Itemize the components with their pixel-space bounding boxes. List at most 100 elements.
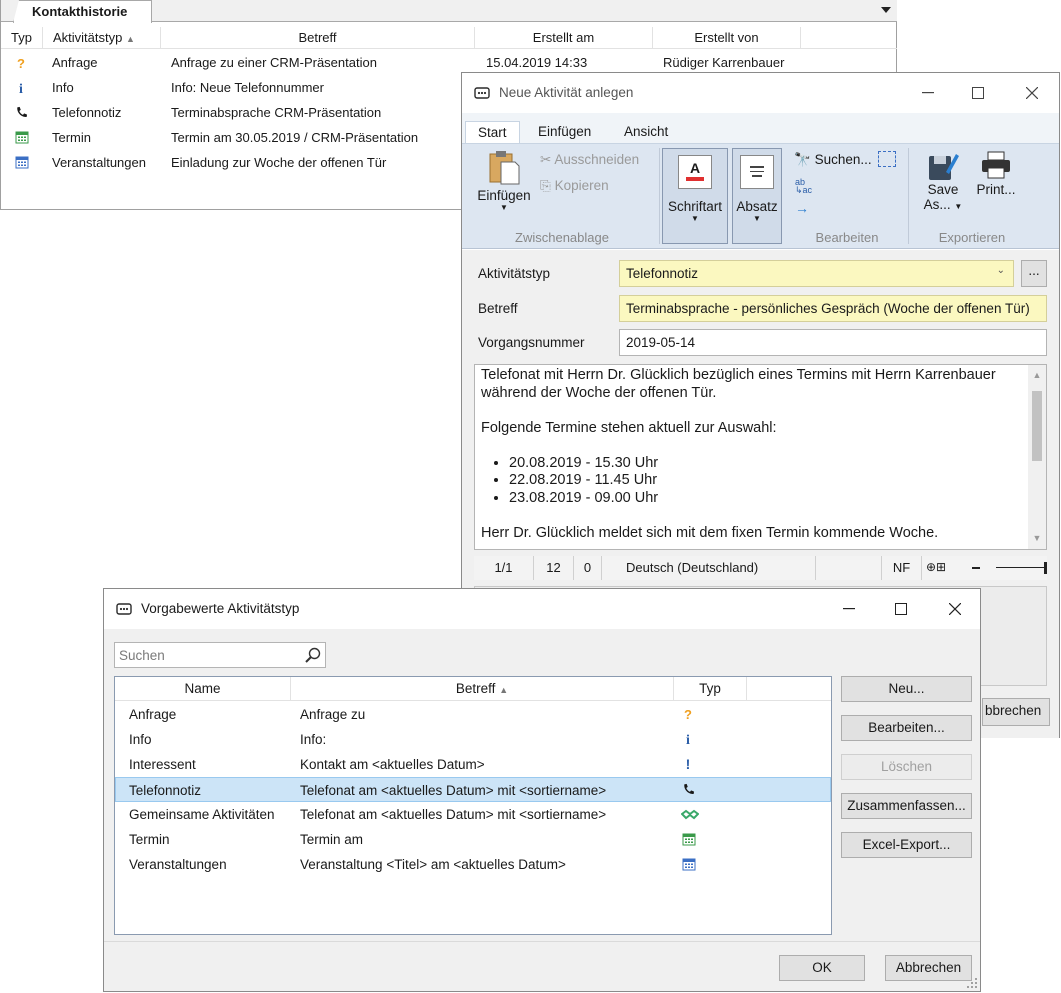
name-cell: Termin (129, 832, 170, 847)
binoculars-icon: 🔭 (794, 152, 811, 167)
name-cell: Anfrage (129, 707, 177, 722)
copy-label: Kopieren (554, 178, 609, 193)
close-button[interactable] (1009, 73, 1055, 113)
minimize-icon (843, 608, 855, 610)
subject-cell: Veranstaltung <Titel> am <aktuelles Datu… (300, 857, 566, 872)
ok-button[interactable]: OK (779, 955, 865, 981)
minimize-button[interactable] (826, 589, 872, 629)
editor-blank-line (481, 437, 1040, 455)
table-row[interactable]: Gemeinsame Aktivitäten Telefonat am <akt… (115, 802, 831, 827)
close-button[interactable] (932, 589, 978, 629)
text-editor[interactable]: Telefonat mit Herrn Dr. Glücklich bezügl… (474, 364, 1047, 550)
question-icon (15, 56, 27, 70)
table-row[interactable]: Interessent Kontakt am <aktuelles Datum> (115, 752, 831, 777)
bullet-item: 23.08.2019 - 09.00 Uhr (509, 490, 1040, 508)
merge-button[interactable]: Zusammenfassen... (841, 793, 972, 819)
info-icon (682, 732, 694, 746)
column-header-created-at[interactable]: Erstellt am (475, 27, 653, 49)
close-icon (1026, 87, 1038, 99)
column-header-type[interactable]: Typ (1, 27, 43, 49)
view-mode-icon[interactable]: ⊕⊞ (926, 560, 946, 574)
goto-arrow-icon[interactable]: → (795, 200, 809, 216)
language-indicator[interactable]: Deutsch (Deutschland) (602, 556, 816, 580)
table-row[interactable]: Veranstaltungen Veranstaltung <Titel> am… (115, 852, 831, 877)
search-button[interactable]: 🔭 Suchen... (794, 152, 872, 168)
cut-button[interactable]: ✂ Ausschneiden (540, 152, 639, 168)
dropdown-arrow-icon: ▼ (753, 214, 761, 223)
column-header-subject[interactable]: Betreff ▲ (291, 677, 674, 701)
dropdown-arrow-icon: ▼ (500, 203, 508, 212)
excel-export-button[interactable]: Excel-Export... (841, 832, 972, 858)
cancel-button[interactable]: Abbrechen (885, 955, 972, 981)
select-icon[interactable] (878, 151, 896, 167)
zoom-slider[interactable] (996, 567, 1046, 568)
table-row[interactable]: Termin Termin am (115, 827, 831, 852)
paragraph-button[interactable]: Absatz ▼ (732, 148, 782, 244)
font-color-icon: A (678, 155, 712, 189)
paragraph-label: Absatz (736, 199, 778, 214)
search-icon[interactable] (305, 647, 321, 663)
activity-type-cell: Telefonnotiz (52, 105, 122, 120)
tab-insert[interactable]: Einfügen (526, 121, 603, 143)
table-header: Typ Aktivitätstyp ▲ Betreff Erstellt am … (1, 27, 897, 49)
save-as-button[interactable]: Save As... ▼ (918, 150, 968, 226)
info-icon (15, 81, 27, 95)
subject-cell: Terminabsprache CRM-Präsentation (171, 105, 382, 120)
group-label-clipboard: Zwischenablage (515, 230, 609, 245)
scroll-down-icon[interactable]: ▼ (1028, 530, 1046, 548)
column-header-activity-type[interactable]: Aktivitätstyp ▲ (43, 27, 161, 49)
title-bar[interactable]: Neue Aktivität anlegen (462, 73, 1059, 113)
font-button[interactable]: A Schriftart ▼ (662, 148, 728, 244)
default-values-dialog: Vorgabewerte Aktivitätstyp Suchen Name B… (103, 588, 981, 992)
table-row[interactable]: Anfrage Anfrage zu (115, 702, 831, 727)
column-header-name[interactable]: Name (115, 677, 291, 701)
zoom-out-icon[interactable] (972, 567, 980, 569)
paste-button[interactable]: Einfügen ▼ (476, 150, 532, 222)
scroll-up-icon[interactable]: ▲ (1028, 367, 1046, 385)
calendar-blue-icon (682, 857, 696, 871)
activity-type-cell: Anfrage (52, 55, 98, 70)
delete-button[interactable]: Löschen (841, 754, 972, 780)
name-cell: Info (129, 732, 152, 747)
minimize-icon (922, 92, 934, 94)
new-button[interactable]: Neu... (841, 676, 972, 702)
table-header: Name Betreff ▲ Typ (115, 677, 831, 701)
table-row-selected[interactable]: Telefonnotiz Telefonat am <aktuelles Dat… (115, 777, 831, 802)
chevron-down-icon[interactable] (881, 7, 891, 13)
maximize-button[interactable] (955, 73, 1001, 113)
subject-field[interactable]: Terminabsprache - persönliches Gespräch … (619, 295, 1047, 322)
word-count: 12 (534, 556, 574, 580)
tab-start[interactable]: Start (465, 121, 520, 144)
resize-grip-icon[interactable] (966, 977, 978, 989)
edit-button[interactable]: Bearbeiten... (841, 715, 972, 741)
activity-type-select[interactable]: Telefonnotiz ⌄ (619, 260, 1014, 287)
maximize-button[interactable] (878, 589, 924, 629)
column-header-created-by[interactable]: Erstellt von (653, 27, 801, 49)
table-row[interactable]: Info Info: (115, 727, 831, 752)
font-label: Schriftart (667, 199, 722, 214)
cancel-button[interactable]: bbrechen (982, 698, 1050, 726)
name-cell: Gemeinsame Aktivitäten (129, 807, 275, 822)
editor-paragraph: Folgende Termine stehen aktuell zur Ausw… (481, 419, 777, 436)
zoom-slider-thumb[interactable] (1044, 562, 1047, 574)
title-bar[interactable]: Vorgabewerte Aktivitätstyp (104, 589, 980, 629)
process-number-field[interactable]: 2019-05-14 (619, 329, 1047, 356)
scrollbar-thumb[interactable] (1032, 390, 1042, 461)
tab-contact-history[interactable]: Kontakthistorie (13, 0, 153, 23)
column-header-type[interactable]: Typ (674, 677, 747, 701)
window-title: Neue Aktivität anlegen (499, 85, 634, 100)
save-as-label-2: As... ▼ (918, 197, 968, 214)
name-cell: Telefonnotiz (129, 783, 202, 798)
minimize-button[interactable] (905, 73, 951, 113)
replace-icon[interactable]: ab ↳ac (795, 178, 812, 195)
dialog-body: Suchen Name Betreff ▲ Typ Anfrage Anfrag… (104, 629, 980, 991)
print-button[interactable]: Print... (972, 150, 1020, 210)
column-header-subject[interactable]: Betreff (161, 27, 475, 49)
copy-button[interactable]: ⎘ Kopieren (540, 178, 609, 194)
tab-view[interactable]: Ansicht (612, 121, 680, 143)
vertical-scrollbar[interactable]: ▲ ▼ (1028, 365, 1046, 549)
search-input[interactable]: Suchen (114, 642, 326, 668)
handshake-icon (681, 808, 699, 822)
browse-button[interactable]: ... (1021, 260, 1047, 287)
exclamation-icon (682, 757, 694, 771)
